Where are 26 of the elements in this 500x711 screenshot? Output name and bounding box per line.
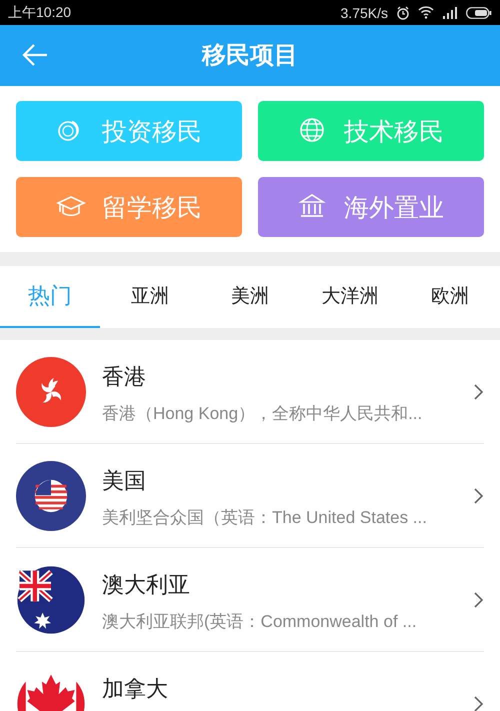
chevron-icon bbox=[474, 488, 484, 504]
wifi-icon bbox=[418, 6, 434, 19]
country-item[interactable]: 香港 香港（Hong Kong），全称中华人民共和... bbox=[16, 340, 484, 444]
country-summary: 澳大利亚联邦(英语：Commonwealth of ... bbox=[102, 611, 417, 633]
flag-icon bbox=[16, 356, 86, 426]
back-icon[interactable] bbox=[22, 43, 48, 67]
clock: 上午10:20 bbox=[8, 4, 72, 22]
country-name: 澳大利亚 bbox=[102, 572, 190, 600]
network-speed: 3.75K/s bbox=[340, 4, 388, 20]
battery-icon bbox=[466, 6, 492, 18]
country-name: 加拿大 bbox=[102, 676, 168, 704]
country-summary: 美利坚合众国（英语：The United States ... bbox=[102, 507, 427, 529]
page-title: 移民项目 bbox=[200, 40, 299, 71]
signal-icon bbox=[442, 6, 458, 18]
alarm-icon bbox=[396, 6, 410, 20]
country-item[interactable]: 加拿大 bbox=[16, 652, 484, 711]
country-item[interactable]: 澳大利亚 澳大利亚联邦(英语：Commonwealth of ... bbox=[16, 548, 484, 652]
chevron-icon bbox=[474, 384, 484, 400]
chevron-icon bbox=[474, 696, 484, 711]
flag-icon bbox=[16, 564, 86, 634]
country-item[interactable]: 美国 美利坚合众国（英语：The United States ... bbox=[16, 444, 484, 548]
country-summary: 香港（Hong Kong），全称中华人民共和... bbox=[102, 403, 422, 425]
country-name: 美国 bbox=[102, 468, 146, 496]
country-name: 香港 bbox=[102, 364, 146, 392]
flag-icon bbox=[16, 460, 86, 530]
chevron-icon bbox=[474, 592, 484, 608]
